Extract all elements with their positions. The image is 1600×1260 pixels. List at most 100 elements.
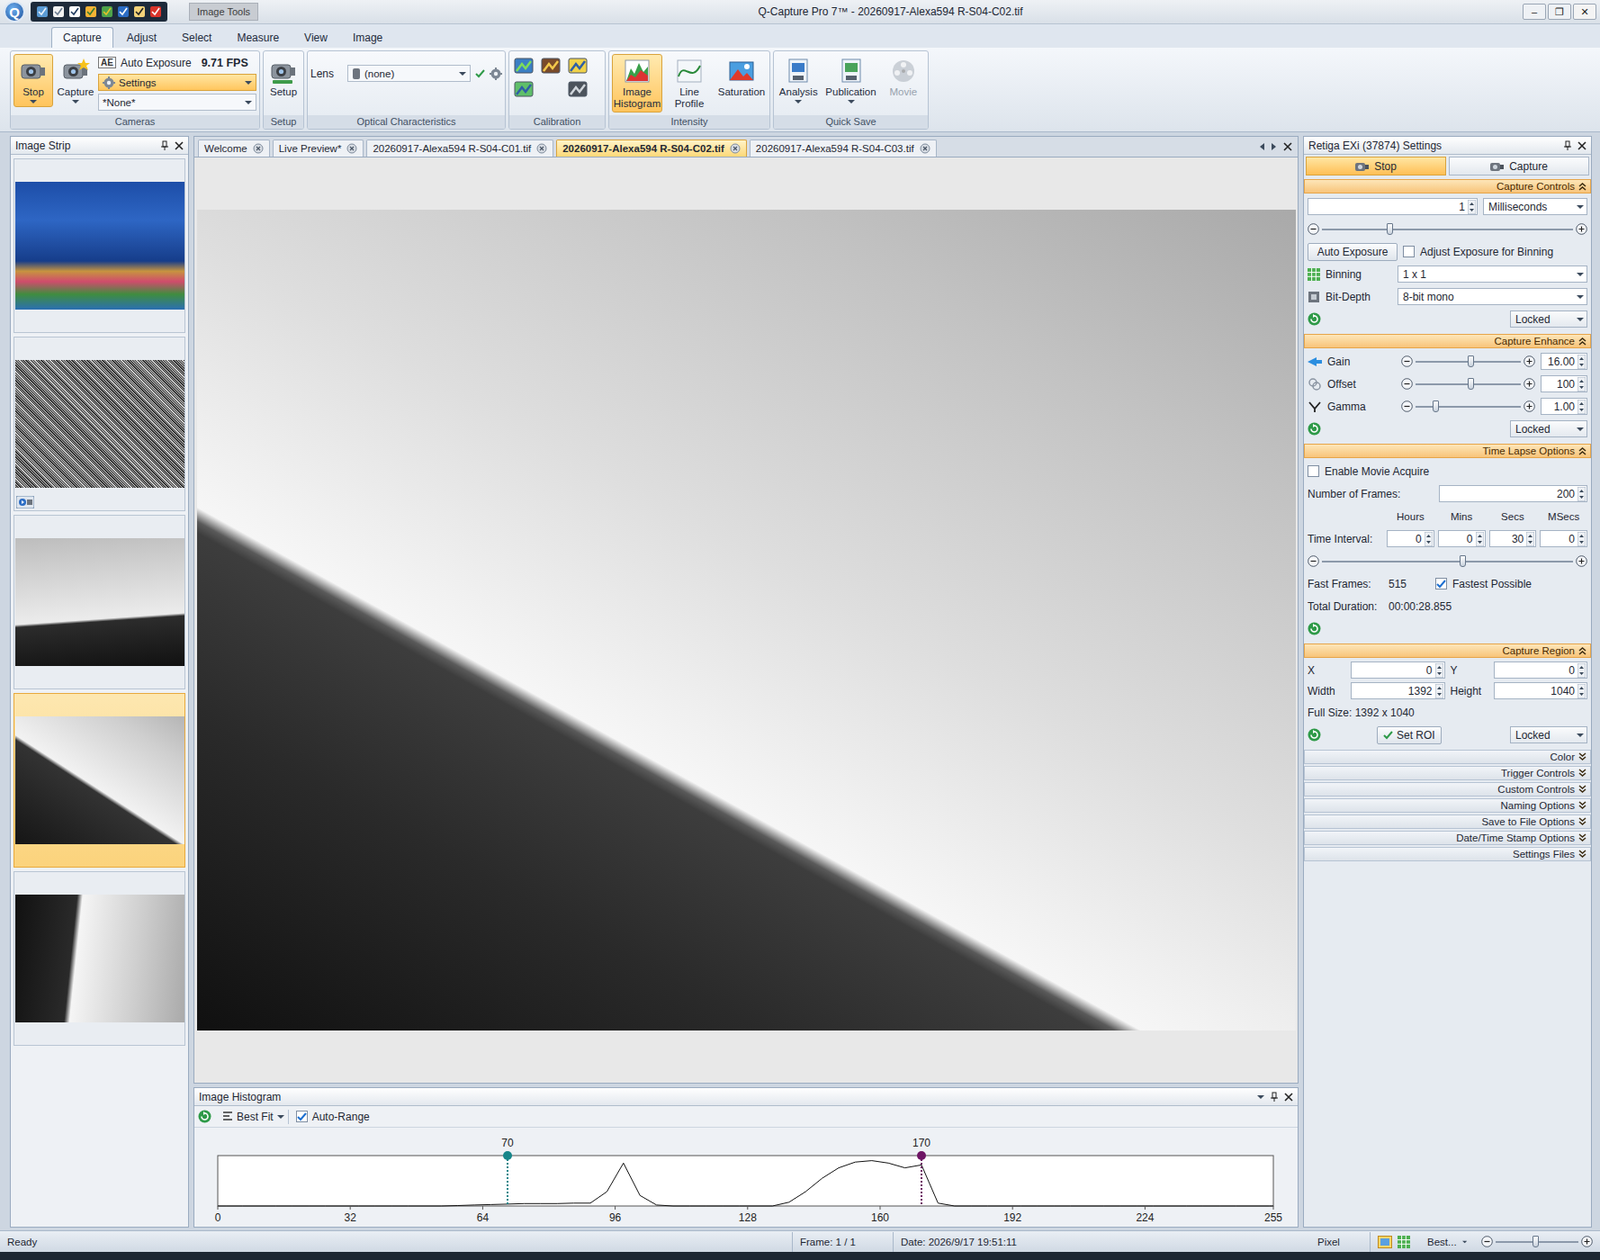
quick-action-icon[interactable] — [100, 5, 114, 18]
plus-icon[interactable] — [1523, 400, 1536, 413]
region-field[interactable]: 1392 — [1350, 682, 1446, 700]
spinner-icon[interactable] — [1526, 531, 1535, 547]
quick-action-icon[interactable] — [149, 5, 162, 18]
slider-track[interactable] — [1415, 400, 1521, 414]
settings-dropdown[interactable]: Settings — [98, 73, 257, 91]
range-marker[interactable]: 170 — [912, 1136, 931, 1206]
scale-icon[interactable] — [567, 55, 588, 76]
ribbon-button[interactable]: Image Histogram — [611, 53, 663, 113]
set-roi-button[interactable]: Set ROI — [1376, 726, 1442, 745]
collapse-icon[interactable] — [1578, 646, 1587, 656]
slider-thumb[interactable] — [1532, 1235, 1539, 1248]
section-header[interactable]: Capture Region — [1303, 643, 1592, 658]
section-header[interactable]: Save to File Options — [1303, 814, 1592, 829]
close-tab-icon[interactable] — [729, 143, 741, 154]
fit-dropdown[interactable]: Best Fit — [218, 1109, 289, 1124]
slider-track[interactable] — [1321, 555, 1574, 568]
spinner-icon[interactable] — [1435, 663, 1444, 678]
zoom-slider[interactable] — [1481, 1235, 1593, 1249]
strip-item[interactable] — [13, 871, 186, 1046]
ribbon-button[interactable]: Saturation — [716, 53, 767, 101]
spinner-icon[interactable] — [1577, 663, 1586, 678]
spinner-icon[interactable] — [1577, 377, 1586, 392]
document-tab[interactable]: 20260917-Alexa594 R-S04-C02.tif — [556, 139, 747, 157]
ribbon-tab[interactable]: Adjust — [115, 26, 169, 48]
exposure-field[interactable]: 1 — [1307, 197, 1478, 216]
ribbon-button[interactable]: Stop — [13, 53, 54, 108]
section-header[interactable]: Capture Enhance — [1303, 333, 1592, 349]
section-header[interactable]: Settings Files — [1303, 846, 1592, 862]
ribbon-button[interactable]: Publication — [822, 53, 879, 108]
camera-action-button[interactable]: Stop — [1305, 156, 1447, 176]
strip-item[interactable] — [13, 692, 186, 868]
pin-icon[interactable] — [1269, 1091, 1279, 1103]
close-icon[interactable] — [1577, 141, 1587, 151]
minus-icon[interactable] — [1401, 355, 1413, 368]
quick-action-icon[interactable] — [133, 5, 146, 18]
expand-icon[interactable] — [1578, 768, 1587, 778]
preset-dropdown[interactable]: *None* — [98, 93, 257, 111]
enable-movie-row[interactable]: Enable Movie Acquire — [1307, 461, 1588, 481]
plus-icon[interactable] — [1575, 555, 1588, 567]
enhance-slider[interactable] — [1401, 377, 1536, 391]
collapse-icon[interactable] — [1578, 181, 1587, 191]
quick-action-icon[interactable] — [116, 5, 130, 18]
camera-action-button[interactable]: Capture — [1448, 156, 1590, 176]
expand-icon[interactable] — [1578, 800, 1587, 810]
section-header[interactable]: Capture Controls — [1303, 179, 1592, 194]
close-tab-icon[interactable] — [536, 143, 548, 154]
quick-action-icon[interactable] — [68, 5, 81, 18]
spinner-icon[interactable] — [1424, 531, 1433, 547]
enhance-value-field[interactable]: 16.00 — [1540, 352, 1588, 370]
slider-thumb[interactable] — [1467, 355, 1475, 368]
section-header[interactable]: Custom Controls — [1303, 782, 1592, 797]
ribbon-button[interactable]: Analysis — [776, 53, 820, 108]
strip-item[interactable] — [13, 514, 186, 690]
plus-icon[interactable] — [1581, 1235, 1593, 1248]
document-tab[interactable]: 20260917-Alexa594 R-S04-C01.tif — [366, 139, 554, 157]
plus-icon[interactable] — [1523, 355, 1536, 368]
image-view-icon[interactable] — [1377, 1235, 1393, 1249]
ribbon-tab[interactable]: Capture — [51, 26, 114, 48]
minus-icon[interactable] — [1401, 400, 1413, 413]
strip-item[interactable] — [13, 336, 186, 512]
refresh-icon[interactable] — [1307, 422, 1322, 436]
quick-action-icon[interactable] — [84, 5, 98, 18]
dark-frame-icon[interactable] — [540, 55, 561, 76]
quick-action-icon[interactable] — [35, 5, 49, 18]
plus-icon[interactable] — [1523, 377, 1536, 390]
close-icon[interactable] — [1283, 142, 1293, 152]
ribbon-tab[interactable]: Select — [170, 26, 224, 48]
quick-action-icon[interactable] — [52, 5, 65, 18]
section-header[interactable]: Naming Options — [1303, 798, 1592, 813]
gear-icon[interactable] — [102, 76, 116, 90]
scroll-right-icon[interactable] — [1270, 142, 1278, 152]
document-tab[interactable]: Welcome — [197, 139, 270, 157]
collapse-icon[interactable] — [1578, 336, 1587, 346]
slider-track[interactable] — [1415, 377, 1521, 391]
lock-dropdown[interactable]: Locked — [1510, 420, 1588, 438]
slider-track[interactable] — [1495, 1235, 1579, 1249]
spinner-icon[interactable] — [1577, 399, 1586, 414]
auto-range-option[interactable]: Auto-Range — [296, 1106, 370, 1126]
expand-icon[interactable] — [1578, 784, 1587, 794]
refresh-icon[interactable] — [1307, 621, 1322, 636]
minus-icon[interactable] — [1307, 223, 1320, 235]
lock-dropdown[interactable]: Locked — [1510, 310, 1588, 328]
spinner-icon[interactable] — [1475, 531, 1484, 547]
frames-field[interactable]: 200 — [1438, 485, 1588, 503]
auto-range-checkbox[interactable] — [296, 1110, 308, 1123]
spinner-icon[interactable] — [1577, 683, 1586, 699]
slider-track[interactable] — [1321, 223, 1574, 236]
interval-field[interactable]: 0 — [1539, 530, 1588, 548]
window-control[interactable]: ❐ — [1547, 3, 1572, 20]
exposure-slider[interactable] — [1307, 223, 1588, 236]
close-icon[interactable] — [1284, 1092, 1294, 1102]
slider-thumb[interactable] — [1386, 223, 1394, 235]
lock-dropdown[interactable]: Locked — [1510, 726, 1588, 744]
slider-thumb[interactable] — [1432, 400, 1439, 413]
slider-thumb[interactable] — [1467, 377, 1475, 390]
app-logo[interactable]: Q — [3, 0, 26, 23]
camera-calibration-icon[interactable] — [567, 79, 588, 99]
section-header[interactable]: Trigger Controls — [1303, 765, 1592, 781]
